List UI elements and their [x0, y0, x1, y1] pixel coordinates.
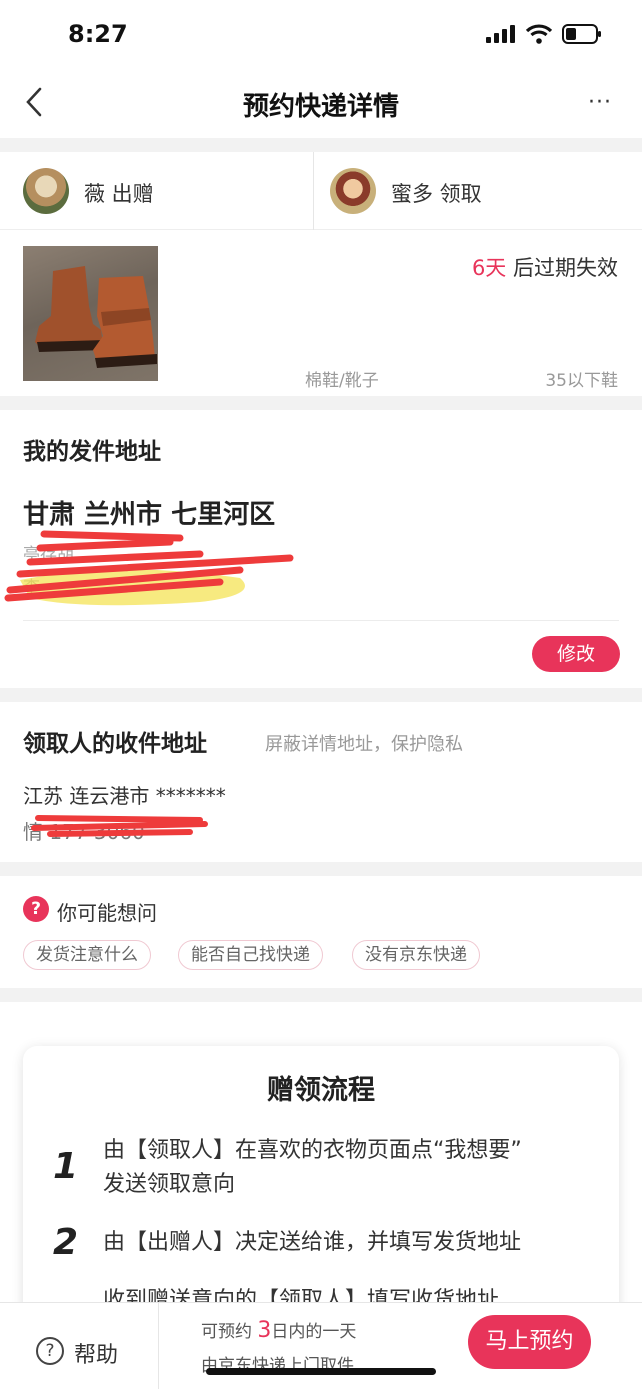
expire-note: 6天 后过期失效: [472, 252, 618, 282]
giver-name: 薇 出赠: [84, 182, 154, 206]
step-number: 2: [53, 1222, 79, 1263]
tip-prefix: 可预约: [201, 1322, 258, 1342]
boots-image: [35, 266, 157, 368]
receiver-title: 领取人的收件地址: [23, 731, 207, 757]
redaction-scribble: [4, 530, 294, 606]
section-gap: [0, 138, 642, 152]
faq-chip[interactable]: 发货注意什么: [23, 940, 151, 970]
step-text-line: 由【出赠人】决定送给谁，并填写发货地址: [103, 1230, 522, 1255]
faq-title: 你可能想问: [57, 901, 157, 925]
users-row: 薇 出赠 蜜多 领取: [0, 152, 642, 230]
privacy-note: 屏蔽详情地址，保护隐私: [265, 734, 463, 755]
wifi-icon: [526, 24, 552, 44]
booking-tip: 可预约 3日内的一天: [201, 1317, 356, 1343]
item-photo[interactable]: [23, 246, 158, 381]
book-now-button[interactable]: 马上预约: [468, 1315, 591, 1369]
item-category: 棉鞋/靴子: [305, 371, 379, 391]
tip-suffix: 日内的一天: [271, 1322, 357, 1342]
edit-address-button[interactable]: 修改: [532, 636, 620, 672]
faq-chip[interactable]: 没有京东快递: [352, 940, 480, 970]
receiver-region: 江苏 连云港市 *******: [23, 784, 226, 808]
process-title: 赠领流程: [267, 1075, 375, 1106]
divider: [158, 1303, 159, 1389]
signal-icon: [486, 25, 515, 43]
receiver-name: 蜜多 领取: [391, 182, 482, 206]
page-title: 预约快递详情: [242, 92, 399, 122]
help-button[interactable]: 帮助: [74, 1337, 118, 1369]
receiver-avatar[interactable]: [330, 168, 376, 214]
section-gap: [0, 688, 642, 702]
expire-suffix: 后过期失效: [506, 256, 618, 280]
bottom-bar: ? 帮助 可预约 3日内的一天 由京东快递上门取件 马上预约: [0, 1302, 642, 1389]
sender-title: 我的发件地址: [23, 439, 161, 465]
expire-days: 6天: [471, 256, 507, 280]
help-icon[interactable]: ?: [36, 1337, 64, 1365]
step-number: 1: [53, 1146, 79, 1187]
redaction-scribble: [31, 815, 208, 837]
more-icon[interactable]: ···: [588, 90, 612, 115]
status-icons: [486, 24, 602, 44]
giver-avatar[interactable]: [23, 168, 69, 214]
step-text-line: 发送领取意向: [103, 1172, 236, 1197]
battery-icon: [562, 24, 601, 44]
item-size: 35以下鞋: [545, 371, 618, 391]
divider: [313, 152, 314, 230]
home-indicator: [206, 1368, 436, 1375]
step-text: 由【领取人】在喜欢的衣物页面点“我想要” 发送领取意向: [103, 1134, 522, 1202]
nav-bar: 预约快递详情 ···: [0, 66, 642, 138]
step-text: 由【出赠人】决定送给谁，并填写发货地址: [103, 1226, 521, 1260]
tip-days: 3: [257, 1318, 272, 1343]
section-gap: [0, 862, 642, 876]
status-time: 8:27: [68, 20, 128, 48]
divider: [23, 620, 619, 621]
question-icon: ?: [23, 896, 49, 922]
section-gap: [0, 988, 642, 1002]
step-text-line: 由【领取人】在喜欢的衣物页面点“我想要”: [103, 1138, 522, 1163]
faq-chip[interactable]: 能否自己找快递: [178, 940, 323, 970]
section-gap: [0, 396, 642, 410]
